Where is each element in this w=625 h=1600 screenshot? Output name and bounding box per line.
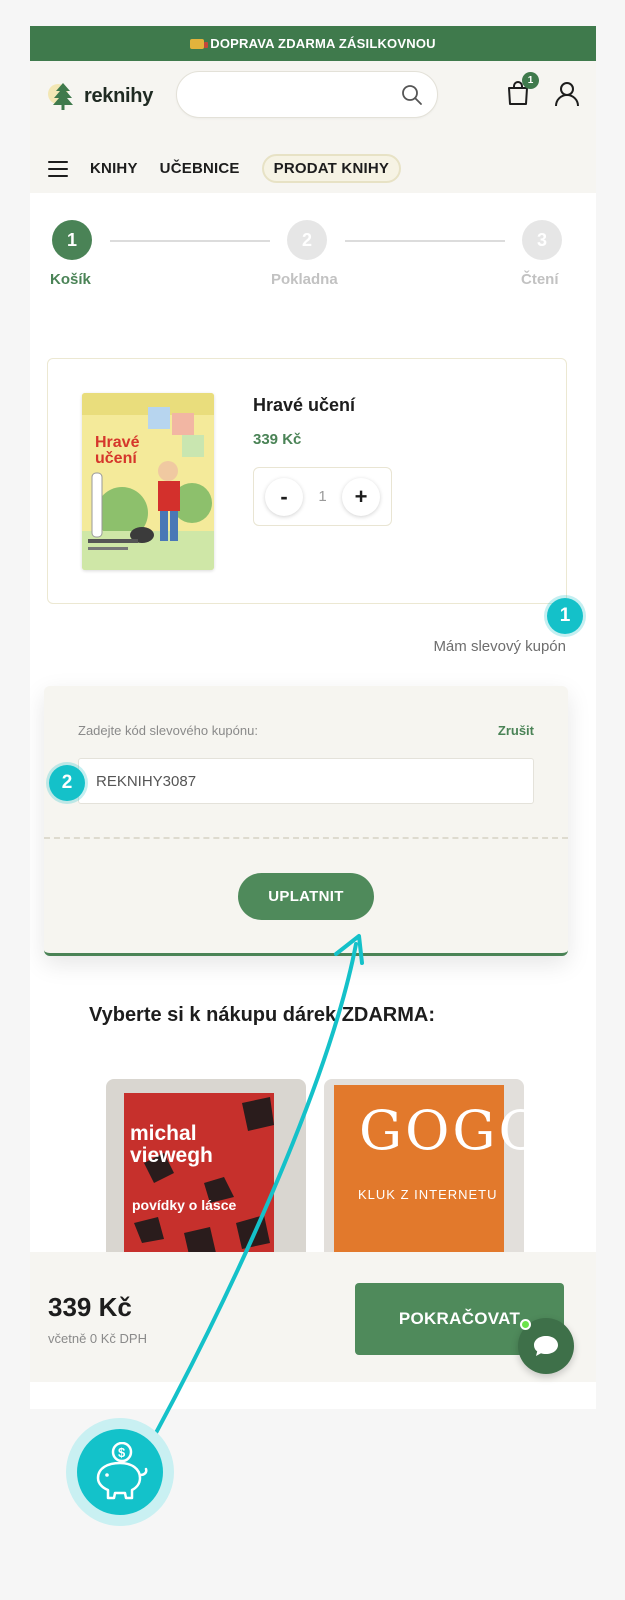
- shipping-banner: DOPRAVA ZDARMA ZÁSILKOVNOU: [30, 26, 596, 61]
- piggy-bank-icon: $: [96, 1442, 148, 1500]
- gift-book-1[interactable]: michal viewegh povídky o lásce: [106, 1079, 306, 1277]
- gift-book-1-title: povídky o lásce: [132, 1197, 237, 1213]
- coupon-code-input[interactable]: [78, 758, 534, 804]
- decrease-quantity-button[interactable]: -: [265, 477, 303, 516]
- app-screen: DOPRAVA ZDARMA ZÁSILKOVNOU reknihy 1 KNI…: [30, 26, 596, 1409]
- divider: [44, 837, 568, 839]
- step-3-circle: 3: [522, 220, 562, 260]
- product-price: 339 Kč: [253, 431, 302, 448]
- nav-item-knihy[interactable]: KNIHY: [90, 160, 138, 177]
- logo[interactable]: reknihy: [48, 81, 153, 111]
- coupon-toggle-link[interactable]: Mám slevový kupón: [433, 638, 566, 655]
- checkout-footer: 339 Kč včetně 0 Kč DPH POKRAČOVAT: [30, 1252, 596, 1382]
- search-box: [176, 71, 438, 118]
- logo-tree-icon: [48, 83, 73, 110]
- cart-item-card: Hravé učení Hravé učení 339 Kč - 1 +: [47, 358, 567, 604]
- quantity-value[interactable]: 1: [318, 488, 326, 505]
- step-1-circle: 1: [52, 220, 92, 260]
- logo-text: reknihy: [84, 84, 154, 107]
- quantity-stepper: - 1 +: [253, 467, 392, 526]
- gift-book-1-author: michal viewegh: [130, 1122, 213, 1168]
- chat-icon: [534, 1336, 558, 1356]
- chat-button[interactable]: [518, 1318, 574, 1374]
- annotation-marker-1: 1: [547, 598, 583, 634]
- cart-button[interactable]: 1: [506, 72, 539, 108]
- truck-icon: [190, 38, 209, 49]
- step-connector: [345, 240, 505, 242]
- increase-quantity-button[interactable]: +: [342, 477, 380, 516]
- nav-item-ucebnice[interactable]: UČEBNICE: [160, 160, 240, 177]
- search-input[interactable]: [177, 72, 377, 117]
- gift-book-2-face: [361, 1255, 477, 1277]
- user-icon[interactable]: [554, 81, 580, 107]
- step-connector: [110, 240, 270, 242]
- annotation-marker-2: 2: [49, 765, 85, 801]
- coupon-cancel-link[interactable]: Zrušit: [498, 723, 534, 738]
- gift-book-1-cover: michal viewegh povídky o lásce: [124, 1093, 274, 1277]
- cover-title-text: Hravé učení: [95, 434, 140, 467]
- gift-book-1-pattern: [134, 1097, 274, 1259]
- cart-count-badge: 1: [522, 72, 539, 89]
- apply-coupon-button[interactable]: UPLATNIT: [238, 873, 374, 920]
- banner-text: DOPRAVA ZDARMA ZÁSILKOVNOU: [210, 36, 436, 51]
- piggy-bank-badge: $: [66, 1418, 174, 1526]
- coupon-panel: Zadejte kód slevového kupónu: Zrušit UPL…: [44, 686, 568, 956]
- step-1-label: Košík: [50, 271, 91, 288]
- coupon-input-label: Zadejte kód slevového kupónu:: [78, 723, 258, 738]
- main-nav: KNIHY UČEBNICE PRODAT KNIHY: [48, 154, 402, 183]
- step-2-label: Pokladna: [271, 271, 338, 288]
- nav-item-prodat-knihy[interactable]: PRODAT KNIHY: [261, 154, 402, 183]
- order-total: 339 Kč: [48, 1292, 132, 1322]
- gift-heading: Vyberte si k nákupu dárek ZDARMA:: [89, 1004, 436, 1026]
- menu-icon[interactable]: [48, 160, 68, 177]
- site-header: reknihy 1 KNIHY UČEBNICE PRODAT KNIHY: [30, 61, 596, 193]
- svg-text:$: $: [118, 1445, 126, 1460]
- book-cover-illustration: [82, 393, 214, 570]
- step-3-label: Čtení: [521, 271, 559, 288]
- step-2-circle: 2: [287, 220, 327, 260]
- online-status-dot: [520, 1319, 531, 1330]
- checkout-stepper: 1 2 3 Košík Pokladna Čtení: [30, 216, 596, 296]
- gift-book-2-cover: GOGO KLUK Z INTERNETU: [334, 1085, 524, 1277]
- search-icon[interactable]: [401, 84, 423, 106]
- product-title[interactable]: Hravé učení: [253, 395, 355, 416]
- gift-book-2[interactable]: GOGO KLUK Z INTERNETU: [324, 1079, 524, 1277]
- product-cover-image[interactable]: Hravé učení: [82, 393, 214, 570]
- vat-note: včetně 0 Kč DPH: [48, 1331, 147, 1346]
